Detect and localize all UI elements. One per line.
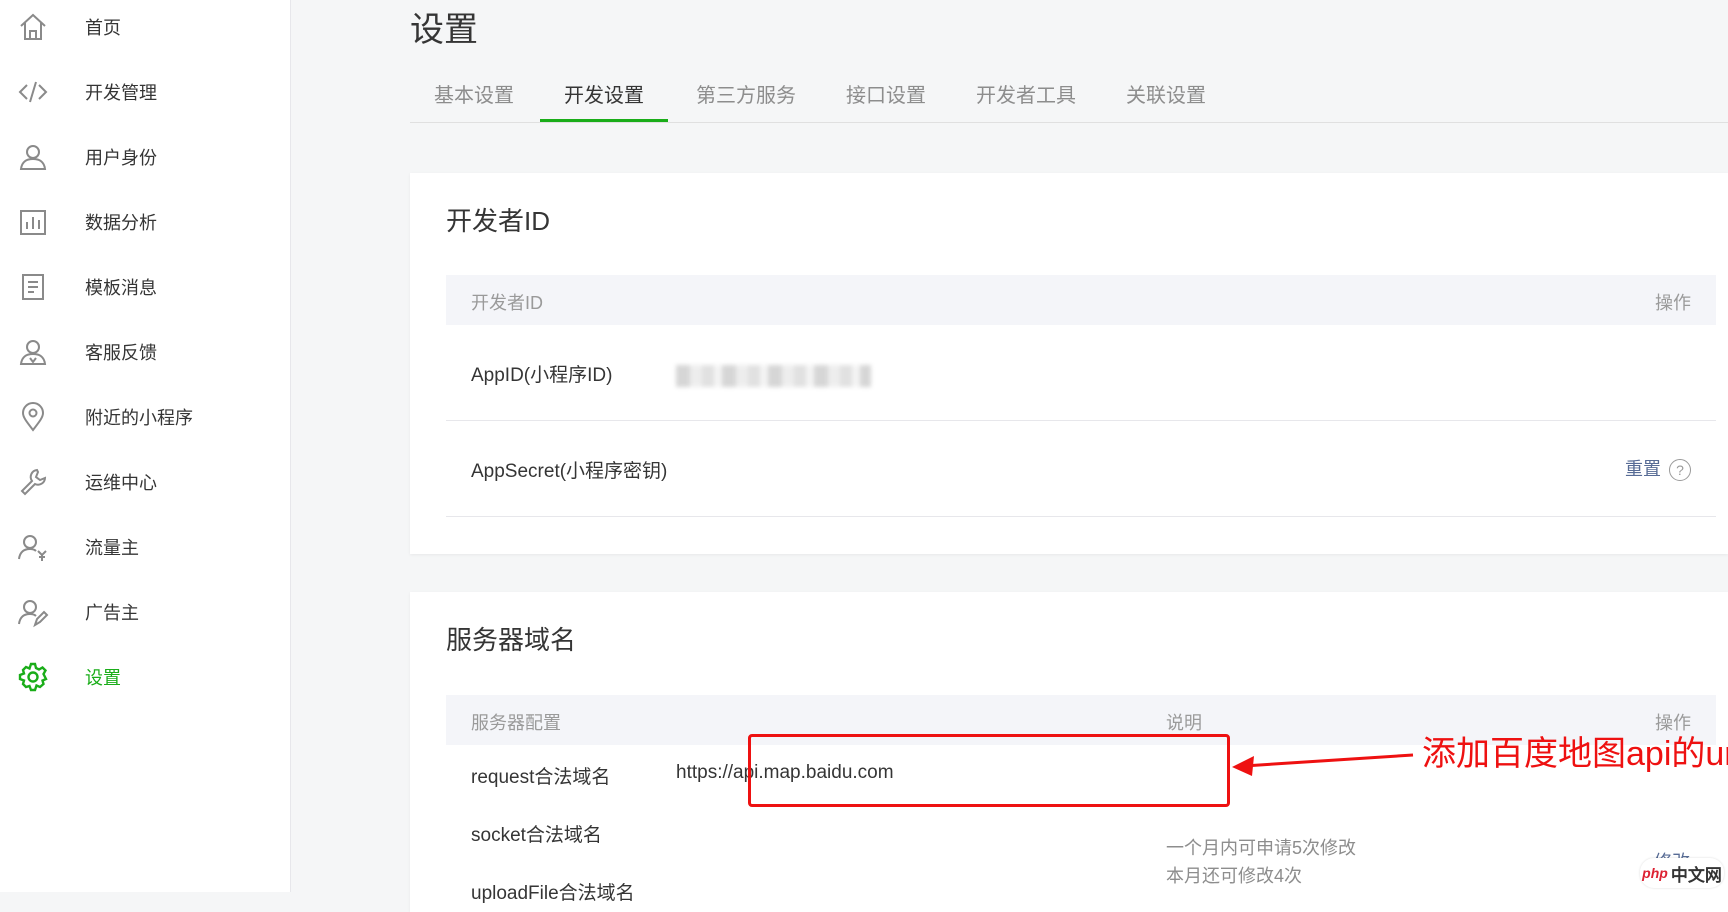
home-icon (16, 10, 50, 44)
column-header: 说明 (1166, 713, 1202, 733)
tab-api-settings[interactable]: 接口设置 (822, 72, 950, 120)
sidebar-item-data-analysis[interactable]: 数据分析 (0, 200, 290, 244)
developer-id-card: 开发者ID 开发者ID 操作 AppID(小程序ID) AppSecret(小程… (410, 173, 1728, 554)
sidebar-item-template-msg[interactable]: 模板消息 (0, 265, 290, 309)
reset-action: 重置? (1625, 455, 1691, 482)
code-icon (16, 75, 50, 109)
location-pin-icon (16, 400, 50, 434)
sidebar-item-label: 运维中心 (85, 473, 157, 493)
sidebar-item-traffic-owner[interactable]: 流量主 (0, 525, 290, 569)
document-icon (16, 270, 50, 304)
sidebar-item-advertiser[interactable]: 广告主 (0, 590, 290, 634)
appsecret-label: AppSecret(小程序密钥) (471, 461, 668, 482)
tab-third-party[interactable]: 第三方服务 (672, 72, 820, 120)
wrench-icon (16, 465, 50, 499)
help-icon[interactable]: ? (1669, 459, 1691, 482)
sidebar-item-nearby-mini[interactable]: 附近的小程序 (0, 395, 290, 439)
reset-link[interactable]: 重置 (1625, 459, 1661, 479)
appid-value-blurred (676, 365, 871, 387)
main-content: 设置 基本设置 开发设置 第三方服务 接口设置 开发者工具 关联设置 开发者ID… (290, 0, 1728, 912)
user-yen-icon (16, 530, 50, 564)
sidebar-item-label: 开发管理 (85, 83, 157, 103)
annotation-arrow-icon (1232, 753, 1414, 776)
gear-icon (16, 660, 50, 694)
bar-chart-icon (16, 205, 50, 239)
column-header: 开发者ID (471, 293, 543, 313)
sidebar-item-label: 附近的小程序 (85, 408, 193, 428)
sidebar-item-label: 客服反馈 (85, 343, 157, 363)
column-header: 服务器配置 (471, 713, 561, 733)
sidebar-item-label: 数据分析 (85, 213, 157, 233)
sidebar: 首页 开发管理 用户身份 数据分析 模板消息 客服反馈 附近的小程序 运维中心 … (0, 0, 291, 892)
sidebar-item-label: 广告主 (85, 603, 139, 623)
table-row: AppSecret(小程序密钥) 重置? (446, 421, 1716, 517)
sidebar-item-label: 用户身份 (85, 148, 157, 168)
sidebar-item-label: 流量主 (85, 538, 139, 558)
developer-id-table-header: 开发者ID 操作 (446, 275, 1716, 325)
tab-linked-settings[interactable]: 关联设置 (1102, 72, 1230, 120)
sidebar-item-settings[interactable]: 设置 (0, 655, 290, 699)
sidebar-item-customer-feedback[interactable]: 客服反馈 (0, 330, 290, 374)
sidebar-item-label: 模板消息 (85, 278, 157, 298)
sidebar-item-home[interactable]: 首页 (0, 5, 290, 49)
page-title: 设置 (410, 11, 478, 49)
tab-bar: 基本设置 开发设置 第三方服务 接口设置 开发者工具 关联设置 (410, 72, 1728, 123)
sidebar-item-label: 设置 (85, 668, 121, 688)
watermark-logo: php 中文网 (1640, 858, 1724, 888)
modify-note-2: 本月还可修改4次 (1166, 866, 1303, 886)
column-header: 操作 (1655, 293, 1691, 313)
annotation-text: 添加百度地图api的url (1422, 735, 1728, 773)
server-domain-title: 服务器域名 (446, 625, 577, 655)
tab-basic-settings[interactable]: 基本设置 (410, 72, 538, 120)
sidebar-item-user-identity[interactable]: 用户身份 (0, 135, 290, 179)
sidebar-item-dev-manage[interactable]: 开发管理 (0, 70, 290, 114)
sidebar-item-label: 首页 (85, 18, 121, 38)
request-domain-label: request合法域名 (471, 767, 611, 788)
table-row: AppID(小程序ID) (446, 325, 1716, 421)
user-icon (16, 140, 50, 174)
tab-dev-tools[interactable]: 开发者工具 (952, 72, 1100, 120)
sidebar-item-ops-center[interactable]: 运维中心 (0, 460, 290, 504)
developer-id-title: 开发者ID (446, 206, 551, 236)
user-edit-icon (16, 595, 50, 629)
socket-domain-label: socket合法域名 (471, 825, 602, 846)
annotation-highlight-box (748, 734, 1230, 807)
customer-service-icon (16, 335, 50, 369)
modify-note-1: 一个月内可申请5次修改 (1166, 838, 1357, 858)
appid-label: AppID(小程序ID) (471, 365, 613, 386)
tab-dev-settings[interactable]: 开发设置 (540, 72, 668, 122)
